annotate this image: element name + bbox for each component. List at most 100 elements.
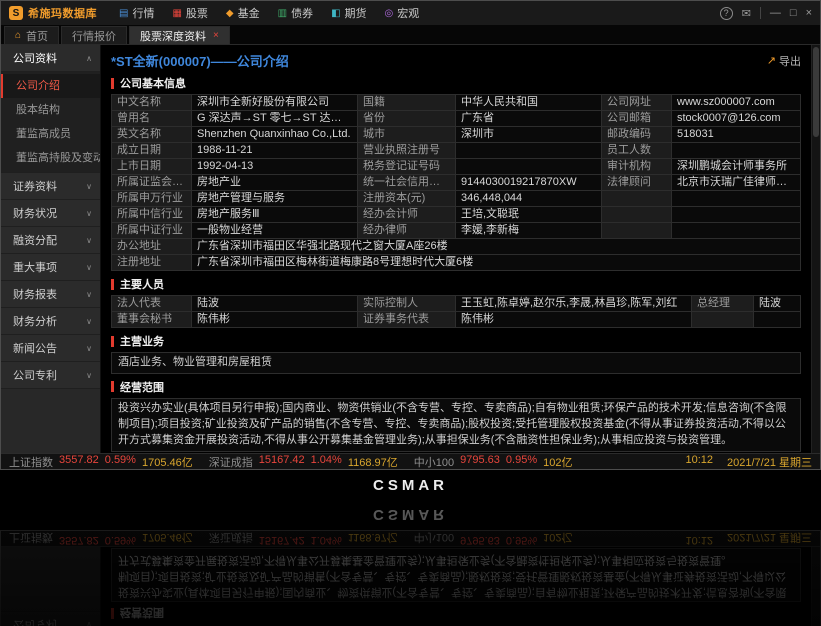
chevron-down-icon: ∨ [86, 209, 92, 218]
menu-qihuo[interactable]: ◧ 期货 [331, 5, 366, 21]
menu-label: 期货 [345, 5, 367, 21]
field-value: 王培,文聪珉 [456, 207, 602, 223]
sidebar-item-company-intro[interactable]: 公司介绍 [1, 74, 100, 98]
close-icon[interactable]: × [806, 7, 812, 19]
reflection-chevron-down-icon: ∨ [86, 621, 92, 626]
minimize-icon[interactable]: — [770, 7, 781, 19]
sidebar-section-news-announcements[interactable]: 新闻公告∨ [1, 335, 100, 362]
menu-jijin[interactable]: ◆基金 [226, 5, 260, 21]
app-body: 公司资料∧公司介绍股本结构董监高成员董监高持股及变动证券资料∨财务状况∨融资分配… [1, 45, 820, 453]
text-main-business: 酒店业务、物业管理和房屋租赁 [111, 352, 801, 374]
sidebar-section-financing-allocation[interactable]: 融资分配∨ [1, 227, 100, 254]
sidebar-item-executive-holdings[interactable]: 董监高持股及变动 [1, 146, 100, 170]
text-business-scope: 投资兴办实业(具体项目另行申报);国内商业、物资供销业(不含专营、专控、专卖商品… [111, 398, 801, 452]
menu-label: 债券 [291, 5, 313, 21]
sidebar-section-company-profile[interactable]: 公司资料∧ [1, 45, 100, 72]
statusbar: 上证指数3557.820.59%1705.46亿深证成指15167.421.04… [1, 453, 820, 469]
tab-home[interactable]: ⌂首页 [4, 26, 59, 44]
field-value: 518031 [672, 127, 801, 143]
sidebar-item-executives[interactable]: 董监高成员 [1, 122, 100, 146]
sections: 公司基本信息中文名称深圳市全新好股份有限公司国籍中华人民共和国公司网址www.s… [111, 75, 801, 453]
field-value [456, 143, 602, 159]
stock-icon: ▦ [172, 8, 181, 19]
tab-quotes[interactable]: 行情报价 [61, 26, 127, 44]
reflection-index-value: 3557.82 [59, 531, 99, 547]
reflection-sidebar: 公司资料∧公司介绍股本结构董监高成员董监高持股及变动证券资料∨财务状况∨融资分配… [1, 547, 101, 626]
reflection-date: 2021/7/21 星期三 [727, 531, 812, 547]
field-label [692, 312, 754, 328]
scene: S 希施玛数据库 ▤行情▦股票◆基金▥债券◧期货◎宏观 ? ✉ — □ × ⌂首… [0, 0, 821, 626]
field-value: 房地产业 [192, 175, 358, 191]
screenshot-composition: S 希施玛数据库 ▤行情▦股票◆基金▥债券◧期货◎宏观 ? ✉ — □ × ⌂首… [0, 0, 821, 500]
field-label: 经办律师 [358, 223, 456, 239]
reflection-index-name: 中小100 [414, 531, 454, 547]
table-row: 所属中信行业房地产服务Ⅲ经办会计师王培,文聪珉 [112, 207, 801, 223]
index-turnover: 1168.97亿 [348, 454, 398, 470]
reflection-statusbar: 上证指数3557.820.59%1705.46亿深证成指15167.421.04… [1, 531, 820, 547]
sidebar-section-financial-status[interactable]: 财务状况∨ [1, 200, 100, 227]
sidebar-section-company-patents[interactable]: 公司专利∨ [1, 362, 100, 389]
maximize-icon[interactable]: □ [790, 7, 797, 19]
sidebar-section-major-events[interactable]: 重大事项 ∨ [1, 254, 100, 281]
menu-hangqing[interactable]: ▤行情 [119, 5, 154, 21]
chevron-down-icon: ∨ [86, 263, 92, 272]
index-name: 上证指数 [9, 454, 53, 470]
table-row: 所属中证行业一般物业经营经办律师李媛,李新梅 [112, 223, 801, 239]
index-change-pct: 1.04% [311, 454, 342, 470]
reflection-watermark-text: CSMAR [373, 507, 448, 524]
field-label: 邮政编码 [602, 127, 672, 143]
field-value: www.sz000007.com [672, 95, 801, 111]
futures-icon: ◧ [331, 8, 340, 19]
field-value [672, 223, 801, 239]
field-value: 一般物业经营 [192, 223, 358, 239]
chevron-down-icon: ∨ [86, 344, 92, 353]
menu-hongguan[interactable]: ◎宏观 [385, 5, 420, 21]
reflection-index-change-pct: 0.59% [105, 531, 136, 547]
sidebar-section-financial-analysis[interactable]: 财务分析∨ [1, 308, 100, 335]
index-shenzhen-component: 深证成指15167.421.04%1168.97亿 [209, 454, 398, 470]
index-turnover: 102亿 [543, 454, 572, 470]
message-icon[interactable]: ✉ [742, 7, 751, 20]
reflection-index-change-pct: 1.04% [311, 531, 342, 547]
field-value: 广东省深圳市福田区华强北路现代之窗大厦A座26楼 [192, 239, 801, 255]
sidebar-section-financial-statements[interactable]: 财务报表∨ [1, 281, 100, 308]
table-row: 注册地址广东省深圳市福田区梅林街道梅康路8号理想时代大厦6楼 [112, 255, 801, 271]
index-value: 15167.42 [259, 454, 305, 470]
menu-zhaiquan[interactable]: ▥ 债券 [278, 5, 313, 21]
field-value: 王玉虹,陈卓婷,赵尔乐,李晟,林昌珍,陈军,刘红 [456, 296, 692, 312]
field-value: 346,448,044 [456, 191, 602, 207]
help-icon[interactable]: ? [720, 7, 733, 20]
scrollbar-thumb[interactable] [813, 47, 819, 137]
field-value: 广东省深圳市福田区梅林街道梅康路8号理想时代大厦6楼 [192, 255, 801, 271]
table-key-people: 法人代表陆波实际控制人王玉虹,陈卓婷,赵尔乐,李晟,林昌珍,陈军,刘红总经理陆波… [111, 295, 801, 328]
field-value: 深圳鹏城会计师事务所 [672, 159, 801, 175]
index-change-pct: 0.59% [105, 454, 136, 470]
tab-stock-profile[interactable]: 股票深度资料× [129, 26, 230, 44]
field-value: stock0007@126.com [672, 111, 801, 127]
sidebar-section-securities-info[interactable]: 证券资料∨ [1, 173, 100, 200]
sidebar-section-label: 财务报表 [13, 286, 57, 302]
table-row: 英文名称Shenzhen Quanxinhao Co.,Ltd.城市深圳市邮政编… [112, 127, 801, 143]
reflection-csmar-watermark: CSMAR [0, 500, 821, 530]
tab-label: 首页 [26, 28, 48, 44]
field-value [672, 207, 801, 223]
sidebar-section-label: 重大事项 [13, 259, 57, 275]
menu-gupiao[interactable]: ▦股票 [172, 5, 207, 21]
field-label [602, 191, 672, 207]
reflection-sections: 公司基本信息中文名称深圳市全新好股份有限公司国籍中华人民共和国公司网址www.s… [111, 547, 801, 626]
field-label: 中文名称 [112, 95, 192, 111]
sidebar-section-label: 财务分析 [13, 313, 57, 329]
table-row: 所属申万行业房地产管理与服务注册资本(元)346,448,044 [112, 191, 801, 207]
sidebar-item-share-structure[interactable]: 股本结构 [1, 98, 100, 122]
field-label: 国籍 [358, 95, 456, 111]
bond-icon: ▥ [278, 8, 287, 19]
table-row: 法人代表陆波实际控制人王玉虹,陈卓婷,赵尔乐,李晟,林昌珍,陈军,刘红总经理陆波 [112, 296, 801, 312]
tab-label: 行情报价 [72, 28, 116, 44]
export-button[interactable]: ↗ 导出 [767, 53, 801, 69]
reflection-section-header-business-scope: 经营范围 [111, 605, 801, 621]
close-tab-icon[interactable]: × [213, 30, 219, 41]
section-title: 经营范围 [120, 379, 164, 395]
vertical-scrollbar[interactable] [811, 45, 820, 453]
reflection-index-value: 15167.42 [259, 531, 305, 547]
reflection-clock: 10:12 [685, 531, 713, 547]
